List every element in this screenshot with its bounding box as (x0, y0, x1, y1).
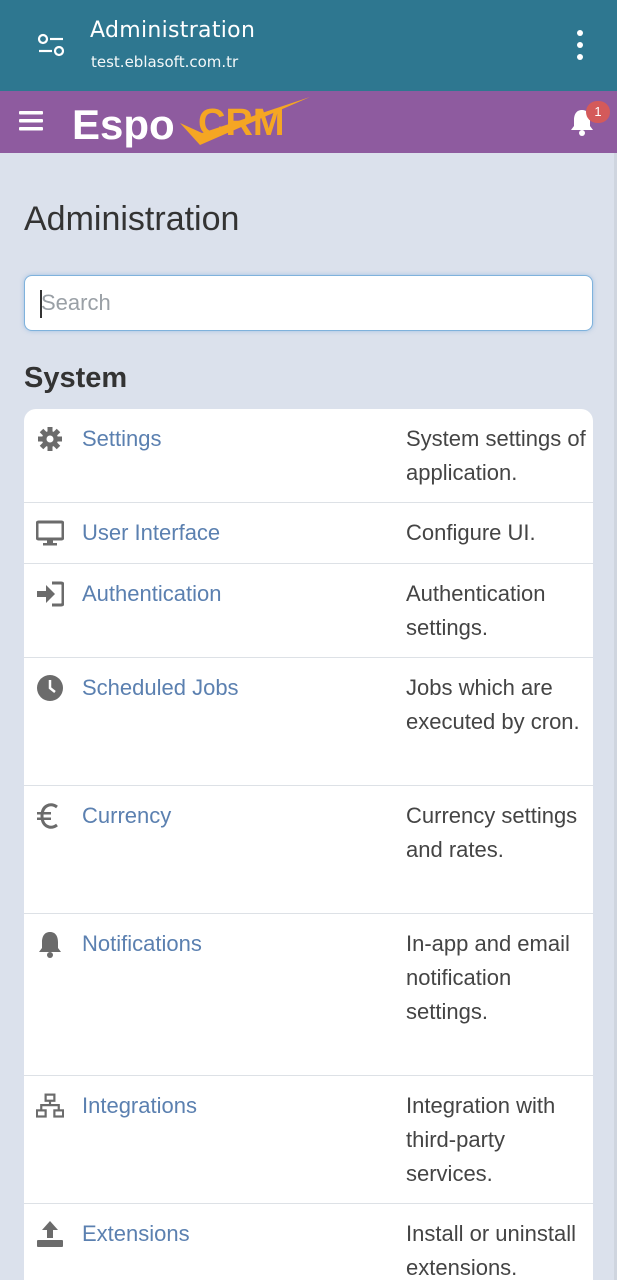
list-item-authentication: Authentication Authentication settings. (24, 564, 593, 658)
list-item-extensions: Extensions Install or uninstall extensio… (24, 1204, 593, 1280)
page-title: Administration (24, 200, 240, 238)
sign-in-icon (37, 581, 64, 607)
scheduled-jobs-link[interactable]: Scheduled Jobs (82, 675, 239, 701)
euro-icon (37, 803, 58, 829)
currency-link[interactable]: Currency (82, 803, 171, 829)
logo-espo-text: Espo (72, 101, 175, 148)
text-caret (40, 290, 42, 318)
hamburger-menu-icon[interactable] (18, 108, 44, 134)
list-item-scheduled-jobs: Scheduled Jobs Jobs which are executed b… (24, 658, 593, 786)
clock-icon (37, 675, 63, 701)
app-bar: Administration test.eblasoft.com.tr (0, 0, 617, 91)
integrations-link[interactable]: Integrations (82, 1093, 197, 1119)
site-settings-icon[interactable] (36, 30, 66, 60)
app-bar-title: Administration (90, 18, 256, 43)
settings-description: System settings of application. (406, 426, 586, 485)
authentication-link[interactable]: Authentication (82, 581, 221, 607)
search-input[interactable] (24, 275, 593, 331)
navbar: Espo CRM 1 (0, 91, 617, 153)
espocrm-logo[interactable]: Espo CRM (70, 93, 320, 151)
settings-link[interactable]: Settings (82, 426, 162, 452)
list-item-notifications: Notifications In-app and email notificat… (24, 914, 593, 1076)
scheduled-jobs-description: Jobs which are executed by cron. (406, 675, 580, 734)
integrations-description: Integration with third-party services. (406, 1093, 556, 1186)
user-interface-description: Configure UI. (406, 520, 536, 545)
notification-count-badge: 1 (586, 101, 610, 123)
upload-icon (37, 1221, 63, 1247)
user-interface-link[interactable]: User Interface (82, 520, 220, 546)
app-bar-url: test.eblasoft.com.tr (91, 53, 239, 71)
list-item-user-interface: User Interface Configure UI. (24, 503, 593, 564)
list-item-currency: Currency Currency settings and rates. (24, 786, 593, 914)
list-item-settings: Settings System settings of application. (24, 409, 593, 503)
gear-icon (38, 427, 62, 451)
extensions-description: Install or uninstall extensions. (406, 1221, 576, 1280)
monitor-icon (36, 520, 64, 546)
authentication-description: Authentication settings. (406, 581, 546, 640)
more-options-icon[interactable] (570, 28, 590, 62)
currency-description: Currency settings and rates. (406, 803, 578, 862)
extensions-link[interactable]: Extensions (82, 1221, 190, 1247)
list-item-integrations: Integrations Integration with third-part… (24, 1076, 593, 1204)
bell-icon (39, 932, 61, 958)
notifications-link[interactable]: Notifications (82, 931, 202, 957)
sitemap-icon (36, 1093, 64, 1118)
section-title-system: System (24, 362, 128, 394)
system-panel: Settings System settings of application.… (24, 409, 593, 1280)
notifications-description: In-app and email notification settings. (406, 931, 570, 1024)
